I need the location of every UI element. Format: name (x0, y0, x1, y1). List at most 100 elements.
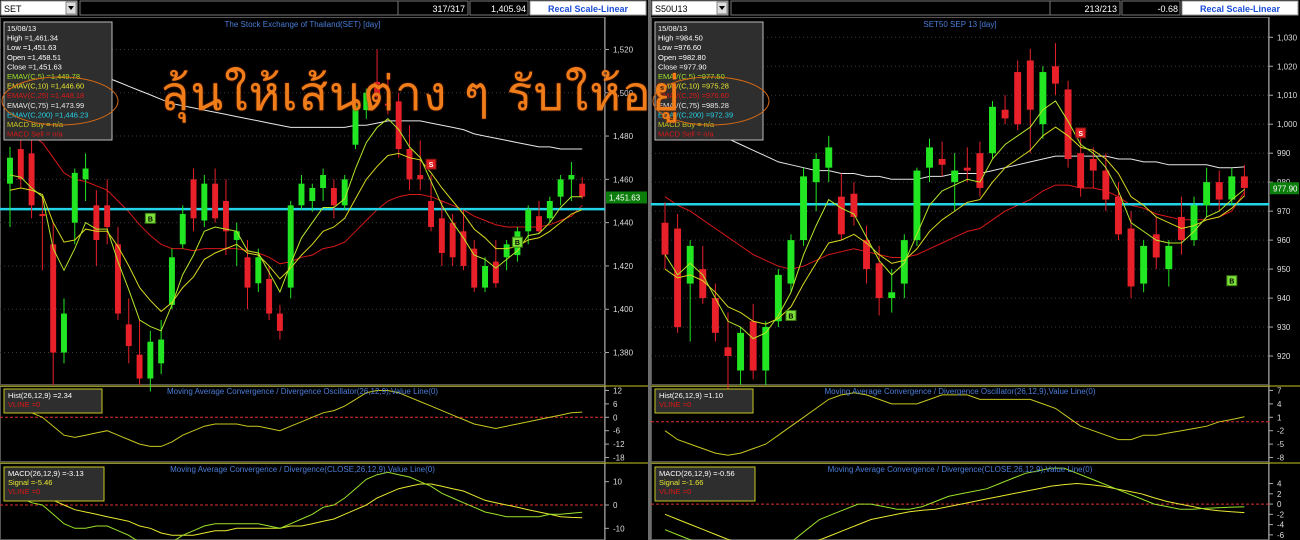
macd-tick-label: 0 (1277, 500, 1282, 509)
macd-tick-label: 2 (1277, 490, 1282, 499)
macd-title: Moving Average Convergence / Divergence(… (828, 465, 1093, 474)
info-line: EMAV(C,25) =1,448.18 (7, 91, 84, 100)
info-line: Open =1,458.51 (7, 53, 61, 62)
candle-body (1014, 72, 1022, 125)
macd-info-line: VLINE =0 (8, 487, 40, 496)
hist-tick-label: 4 (1277, 400, 1282, 409)
candle-body (1203, 182, 1211, 206)
price-tick-label: 920 (1277, 352, 1291, 361)
buy-signal-label: B (1229, 279, 1234, 286)
candle-body (525, 209, 532, 232)
candle-body (1215, 182, 1223, 200)
info-line: 15/08/13 (658, 24, 687, 33)
candle-body (787, 240, 795, 284)
symbol-select-value: SET (4, 4, 22, 14)
candle-body (417, 175, 424, 180)
candle-body (244, 257, 251, 288)
candle-body (7, 157, 13, 184)
candle-body (298, 183, 305, 206)
info-line: EMAV(C,5) =1,449.78 (7, 72, 80, 81)
hist-tick-label: -8 (1277, 454, 1285, 463)
macd-info-line: VLINE =0 (659, 487, 691, 496)
candle-body (492, 261, 499, 284)
candle-body (17, 149, 24, 180)
candle-body (926, 147, 933, 168)
candle-body (201, 183, 208, 221)
last-price-label: 977.90 (1273, 184, 1298, 193)
candle-body (951, 170, 959, 183)
candle-body (190, 179, 197, 219)
candle-body (1152, 234, 1160, 258)
candle-body (482, 265, 489, 288)
candle-body (1102, 170, 1110, 200)
macd-info-line: Signal =-1.66 (659, 478, 703, 487)
candle-body (255, 257, 262, 284)
price-tick-label: 1,400 (613, 305, 634, 314)
info-line: Low =976.60 (658, 43, 701, 52)
candle-body (212, 183, 219, 219)
candle-body (568, 175, 575, 180)
candle-body (1089, 158, 1097, 171)
macd-tick-label: -2 (1277, 510, 1285, 519)
hist-info-line: VLINE =0 (659, 400, 691, 409)
info-line: EMAV(C,75) =1,473.99 (7, 101, 84, 110)
bar-counter: 213/213 (1084, 4, 1117, 14)
candle-body (1190, 205, 1198, 241)
hist-tick-label: 1 (1277, 413, 1282, 422)
candle-body (837, 196, 845, 235)
candle-body (1001, 109, 1009, 119)
candle-body (71, 172, 78, 223)
candle-body (28, 153, 35, 206)
candle-body (812, 158, 820, 183)
candle-body (222, 201, 229, 232)
candle-body (1077, 153, 1085, 188)
candle-body (276, 313, 283, 331)
last-price-label: 1,451.63 (609, 193, 641, 202)
info-line: High =984.50 (658, 34, 703, 43)
candle-body (39, 213, 46, 217)
macd-info-line: MACD(26,12,9) =-0.56 (659, 469, 735, 478)
candle-body (737, 332, 745, 371)
hist-tick-label: -12 (613, 440, 625, 449)
set50-futures-chart[interactable]: S50U13 213/213 -0.68 Recal Scale-Linear 1,03… (651, 0, 1300, 540)
toolbar-value: -0.68 (1157, 4, 1178, 14)
macd-tick-label: -4 (1277, 521, 1285, 530)
info-line: MACD Sell = n/a (7, 130, 63, 139)
hist-info-line: VLINE =0 (8, 400, 40, 409)
buy-signal-label: B (788, 313, 793, 320)
toolbar-blank-field (79, 0, 399, 16)
info-line: 15/08/13 (7, 24, 36, 33)
info-line: High =1,461.34 (7, 34, 58, 43)
candle-body (438, 218, 445, 253)
candle-body (1064, 89, 1072, 159)
candle-body (1240, 176, 1248, 188)
hist-title: Moving Average Convergence / Divergence … (825, 387, 1096, 396)
buy-signal-label: B (148, 216, 153, 223)
price-tick-label: 1,420 (613, 262, 634, 271)
overlay-annotation-text: ลุ้นให้เส้นต่าง ๆ รับให้อยู่ (160, 66, 681, 122)
price-tick-label: 970 (1277, 207, 1291, 216)
candle-body (503, 244, 510, 258)
candle-body (1140, 245, 1148, 284)
macd-tick-label: -6 (1277, 531, 1285, 540)
candle-body (1114, 196, 1122, 235)
sell-signal-label: S (429, 162, 434, 169)
chart-title: The Stock Exchange of Thailand(SET) [day… (225, 20, 381, 29)
macd-tick-label: 0 (613, 501, 618, 510)
toolbar-value: 1,405.94 (491, 4, 526, 14)
candle-body (1026, 60, 1034, 110)
right-chart-panel[interactable]: S50U13 213/213 -0.68 Recal Scale-Linear 1,03… (651, 0, 1300, 540)
candle-body (104, 205, 111, 227)
candle-body (850, 193, 858, 217)
candle-body (320, 175, 327, 189)
price-tick-label: 950 (1277, 265, 1291, 274)
candle-body (82, 168, 89, 180)
info-line: EMAV(C,10) =1,446.60 (7, 82, 84, 91)
candle-body (579, 183, 586, 197)
candle-body (460, 231, 467, 266)
hist-tick-label: 6 (613, 400, 618, 409)
candle-body (1127, 228, 1135, 287)
hist-info-line: Hist(26,12,9) =1.10 (659, 391, 723, 400)
price-tick-label: 1,020 (1277, 62, 1298, 71)
candle-body (61, 313, 67, 353)
